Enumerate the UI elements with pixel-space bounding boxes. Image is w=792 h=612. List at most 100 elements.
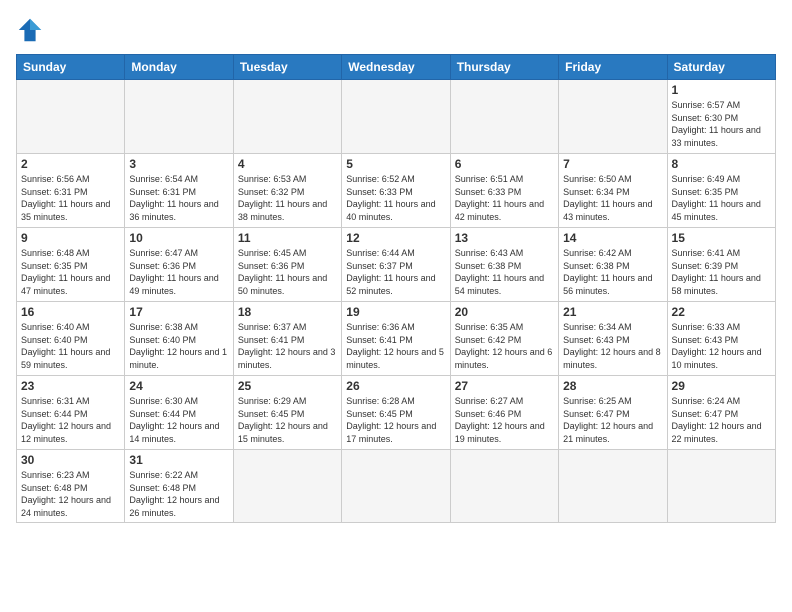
weekday-header: Wednesday xyxy=(342,55,450,80)
day-number: 28 xyxy=(563,379,662,393)
calendar-week-row: 23 Sunrise: 6:31 AMSunset: 6:44 PMDayligh… xyxy=(17,376,776,450)
sun-info: Sunrise: 6:25 AMSunset: 6:47 PMDaylight:… xyxy=(563,395,662,445)
calendar-table: SundayMondayTuesdayWednesdayThursdayFrid… xyxy=(16,54,776,523)
calendar-cell xyxy=(17,80,125,154)
sun-info: Sunrise: 6:45 AMSunset: 6:36 PMDaylight:… xyxy=(238,247,337,297)
calendar-cell: 4Sunrise: 6:53 AMSunset: 6:32 PMDaylight… xyxy=(233,154,341,228)
sun-info: Sunrise: 6:35 AMSunset: 6:42 PMDaylight:… xyxy=(455,321,554,371)
logo xyxy=(16,16,48,44)
calendar-cell: 12Sunrise: 6:44 AMSunset: 6:37 PMDayligh… xyxy=(342,228,450,302)
sun-info: Sunrise: 6:43 AMSunset: 6:38 PMDaylight:… xyxy=(455,247,554,297)
day-number: 3 xyxy=(129,157,228,171)
day-number: 24 xyxy=(129,379,228,393)
calendar-cell: 29Sunrise: 6:24 AMSunset: 6:47 PMDayligh… xyxy=(667,376,775,450)
day-number: 2 xyxy=(21,157,120,171)
calendar-cell xyxy=(233,450,341,523)
calendar-cell xyxy=(450,450,558,523)
day-number: 10 xyxy=(129,231,228,245)
day-number: 21 xyxy=(563,305,662,319)
calendar-cell: 31 Sunrise: 6:22 AMSunset: 6:48 PMDayligh… xyxy=(125,450,233,523)
sun-info: Sunrise: 6:27 AMSunset: 6:46 PMDaylight:… xyxy=(455,395,554,445)
calendar-cell: 2 Sunrise: 6:56 AMSunset: 6:31 PMDaylight… xyxy=(17,154,125,228)
sun-info: Sunrise: 6:51 AMSunset: 6:33 PMDaylight:… xyxy=(455,173,554,223)
calendar-cell: 21 Sunrise: 6:34 AMSunset: 6:43 PMDayligh… xyxy=(559,302,667,376)
sun-info: Sunrise: 6:29 AMSunset: 6:45 PMDaylight:… xyxy=(238,395,337,445)
calendar-cell: 27 Sunrise: 6:27 AMSunset: 6:46 PMDayligh… xyxy=(450,376,558,450)
sun-info: Sunrise: 6:40 AMSunset: 6:40 PMDaylight:… xyxy=(21,321,120,371)
day-number: 23 xyxy=(21,379,120,393)
day-number: 7 xyxy=(563,157,662,171)
calendar-cell: 1 Sunrise: 6:57 AMSunset: 6:30 PMDaylight… xyxy=(667,80,775,154)
calendar-cell: 5 Sunrise: 6:52 AMSunset: 6:33 PMDaylight… xyxy=(342,154,450,228)
sun-info: Sunrise: 6:34 AMSunset: 6:43 PMDaylight:… xyxy=(563,321,662,371)
day-number: 1 xyxy=(672,83,771,97)
calendar-week-row: 1 Sunrise: 6:57 AMSunset: 6:30 PMDaylight… xyxy=(17,80,776,154)
calendar-cell: 30 Sunrise: 6:23 AMSunset: 6:48 PMDayligh… xyxy=(17,450,125,523)
day-number: 30 xyxy=(21,453,120,467)
sun-info: Sunrise: 6:49 AMSunset: 6:35 PMDaylight:… xyxy=(672,173,771,223)
day-number: 16 xyxy=(21,305,120,319)
calendar-cell: 13 Sunrise: 6:43 AMSunset: 6:38 PMDayligh… xyxy=(450,228,558,302)
day-number: 5 xyxy=(346,157,445,171)
calendar-cell: 9Sunrise: 6:48 AMSunset: 6:35 PMDaylight… xyxy=(17,228,125,302)
day-number: 26 xyxy=(346,379,445,393)
calendar-cell: 24 Sunrise: 6:30 AMSunset: 6:44 PMDayligh… xyxy=(125,376,233,450)
sun-info: Sunrise: 6:30 AMSunset: 6:44 PMDaylight:… xyxy=(129,395,228,445)
calendar-week-row: 16 Sunrise: 6:40 AMSunset: 6:40 PMDayligh… xyxy=(17,302,776,376)
weekday-header: Saturday xyxy=(667,55,775,80)
day-number: 14 xyxy=(563,231,662,245)
day-number: 27 xyxy=(455,379,554,393)
calendar-cell: 22 Sunrise: 6:33 AMSunset: 6:43 PMDayligh… xyxy=(667,302,775,376)
calendar-cell: 23 Sunrise: 6:31 AMSunset: 6:44 PMDayligh… xyxy=(17,376,125,450)
sun-info: Sunrise: 6:47 AMSunset: 6:36 PMDaylight:… xyxy=(129,247,228,297)
day-number: 29 xyxy=(672,379,771,393)
day-number: 22 xyxy=(672,305,771,319)
day-number: 15 xyxy=(672,231,771,245)
weekday-header: Monday xyxy=(125,55,233,80)
calendar-cell: 19Sunrise: 6:36 AMSunset: 6:41 PMDayligh… xyxy=(342,302,450,376)
sun-info: Sunrise: 6:28 AMSunset: 6:45 PMDaylight:… xyxy=(346,395,445,445)
sun-info: Sunrise: 6:54 AMSunset: 6:31 PMDaylight:… xyxy=(129,173,228,223)
sun-info: Sunrise: 6:53 AMSunset: 6:32 PMDaylight:… xyxy=(238,173,337,223)
sun-info: Sunrise: 6:36 AMSunset: 6:41 PMDaylight:… xyxy=(346,321,445,371)
calendar-cell xyxy=(233,80,341,154)
calendar-cell: 17 Sunrise: 6:38 AMSunset: 6:40 PMDayligh… xyxy=(125,302,233,376)
day-number: 31 xyxy=(129,453,228,467)
day-number: 25 xyxy=(238,379,337,393)
day-number: 12 xyxy=(346,231,445,245)
sun-info: Sunrise: 6:23 AMSunset: 6:48 PMDaylight:… xyxy=(21,469,120,519)
day-number: 17 xyxy=(129,305,228,319)
calendar-cell: 8Sunrise: 6:49 AMSunset: 6:35 PMDaylight… xyxy=(667,154,775,228)
sun-info: Sunrise: 6:42 AMSunset: 6:38 PMDaylight:… xyxy=(563,247,662,297)
calendar-cell xyxy=(342,450,450,523)
day-number: 13 xyxy=(455,231,554,245)
calendar-cell xyxy=(450,80,558,154)
day-number: 11 xyxy=(238,231,337,245)
sun-info: Sunrise: 6:57 AMSunset: 6:30 PMDaylight:… xyxy=(672,99,771,149)
calendar-cell xyxy=(559,450,667,523)
calendar-week-row: 30 Sunrise: 6:23 AMSunset: 6:48 PMDayligh… xyxy=(17,450,776,523)
calendar-week-row: 9Sunrise: 6:48 AMSunset: 6:35 PMDaylight… xyxy=(17,228,776,302)
sun-info: Sunrise: 6:22 AMSunset: 6:48 PMDaylight:… xyxy=(129,469,228,519)
header xyxy=(16,16,776,44)
sun-info: Sunrise: 6:52 AMSunset: 6:33 PMDaylight:… xyxy=(346,173,445,223)
weekday-header: Tuesday xyxy=(233,55,341,80)
page: SundayMondayTuesdayWednesdayThursdayFrid… xyxy=(0,0,792,612)
calendar-cell: 10 Sunrise: 6:47 AMSunset: 6:36 PMDayligh… xyxy=(125,228,233,302)
calendar-cell: 25 Sunrise: 6:29 AMSunset: 6:45 PMDayligh… xyxy=(233,376,341,450)
calendar-cell: 3 Sunrise: 6:54 AMSunset: 6:31 PMDaylight… xyxy=(125,154,233,228)
day-number: 20 xyxy=(455,305,554,319)
weekday-header-row: SundayMondayTuesdayWednesdayThursdayFrid… xyxy=(17,55,776,80)
sun-info: Sunrise: 6:41 AMSunset: 6:39 PMDaylight:… xyxy=(672,247,771,297)
sun-info: Sunrise: 6:31 AMSunset: 6:44 PMDaylight:… xyxy=(21,395,120,445)
day-number: 9 xyxy=(21,231,120,245)
calendar-cell xyxy=(559,80,667,154)
calendar-cell xyxy=(342,80,450,154)
calendar-cell: 20 Sunrise: 6:35 AMSunset: 6:42 PMDayligh… xyxy=(450,302,558,376)
day-number: 6 xyxy=(455,157,554,171)
sun-info: Sunrise: 6:56 AMSunset: 6:31 PMDaylight:… xyxy=(21,173,120,223)
sun-info: Sunrise: 6:50 AMSunset: 6:34 PMDaylight:… xyxy=(563,173,662,223)
sun-info: Sunrise: 6:33 AMSunset: 6:43 PMDaylight:… xyxy=(672,321,771,371)
sun-info: Sunrise: 6:38 AMSunset: 6:40 PMDaylight:… xyxy=(129,321,228,371)
calendar-cell xyxy=(125,80,233,154)
